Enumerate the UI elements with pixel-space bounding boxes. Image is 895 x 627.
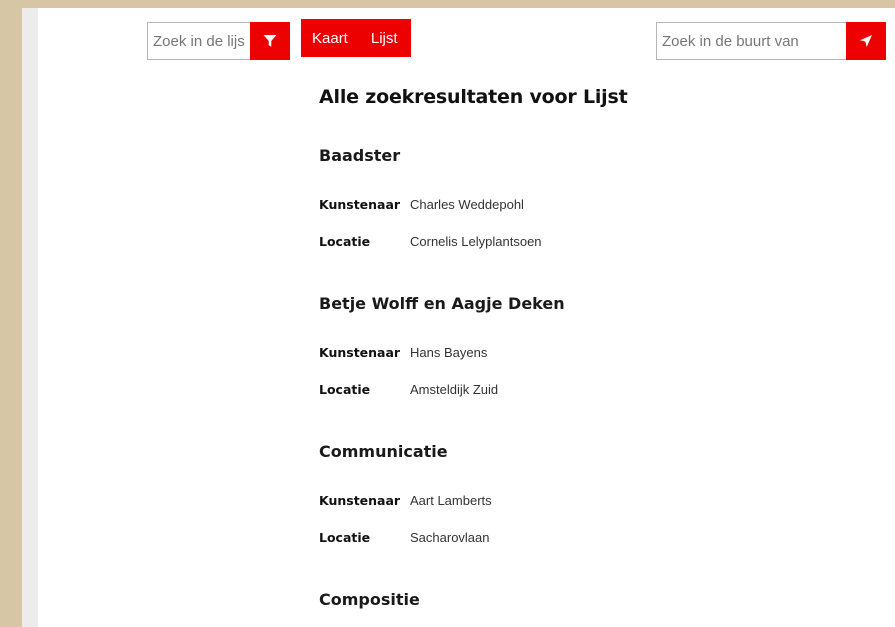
location-label: Locatie	[319, 529, 371, 545]
result-item: Communicatie Kunstenaar Aart Lamberts Lo…	[319, 442, 839, 546]
filter-button[interactable]	[250, 22, 290, 60]
artist-label: Kunstenaar	[319, 492, 401, 508]
left-gutter	[22, 8, 38, 627]
artist-row: Kunstenaar Aart Lamberts	[319, 491, 839, 509]
result-item: Betje Wolff en Aagje Deken Kunstenaar Ha…	[319, 294, 839, 398]
artist-label: Kunstenaar	[319, 344, 401, 360]
location-label: Locatie	[319, 381, 371, 397]
location-row: Locatie Cornelis Lelyplantsoen	[319, 232, 839, 250]
list-view-button[interactable]: Lijst	[371, 30, 398, 47]
location-row: Locatie Amsteldijk Zuid	[319, 380, 839, 398]
page-title: Alle zoekresultaten voor Lijst	[319, 86, 628, 108]
location-row: Locatie Sacharovlaan	[319, 528, 839, 546]
location-arrow-icon	[860, 35, 872, 47]
main-page: Kaart Lijst Alle zoekresultaten voor Lij…	[22, 8, 895, 627]
list-search-group	[147, 22, 290, 60]
location-value: Cornelis Lelyplantsoen	[410, 233, 542, 249]
artist-row: Kunstenaar Hans Bayens	[319, 343, 839, 361]
results-list: Alle zoekresultaten voor Lijst Baadster …	[319, 86, 839, 609]
artist-value: Charles Weddepohl	[410, 196, 524, 212]
result-title[interactable]: Betje Wolff en Aagje Deken	[319, 294, 839, 313]
result-item: Compositie	[319, 590, 839, 609]
location-value: Amsteldijk Zuid	[410, 381, 499, 397]
artist-row: Kunstenaar Charles Weddepohl	[319, 195, 839, 213]
artist-value: Aart Lamberts	[410, 492, 492, 508]
nearby-search-group	[656, 22, 886, 60]
result-item: Baadster Kunstenaar Charles Weddepohl Lo…	[319, 146, 839, 250]
view-toggle: Kaart Lijst	[301, 19, 411, 57]
locate-button[interactable]	[846, 22, 886, 60]
result-title[interactable]: Compositie	[319, 590, 839, 609]
nearby-search-input[interactable]	[656, 22, 846, 60]
map-view-button[interactable]: Kaart	[312, 30, 348, 47]
list-search-input[interactable]	[147, 22, 250, 60]
artist-label: Kunstenaar	[319, 196, 401, 212]
result-title[interactable]: Baadster	[319, 146, 839, 165]
result-title[interactable]: Communicatie	[319, 442, 839, 461]
filter-icon	[263, 35, 277, 47]
artist-value: Hans Bayens	[410, 344, 488, 360]
location-label: Locatie	[319, 233, 371, 249]
location-value: Sacharovlaan	[410, 529, 490, 545]
